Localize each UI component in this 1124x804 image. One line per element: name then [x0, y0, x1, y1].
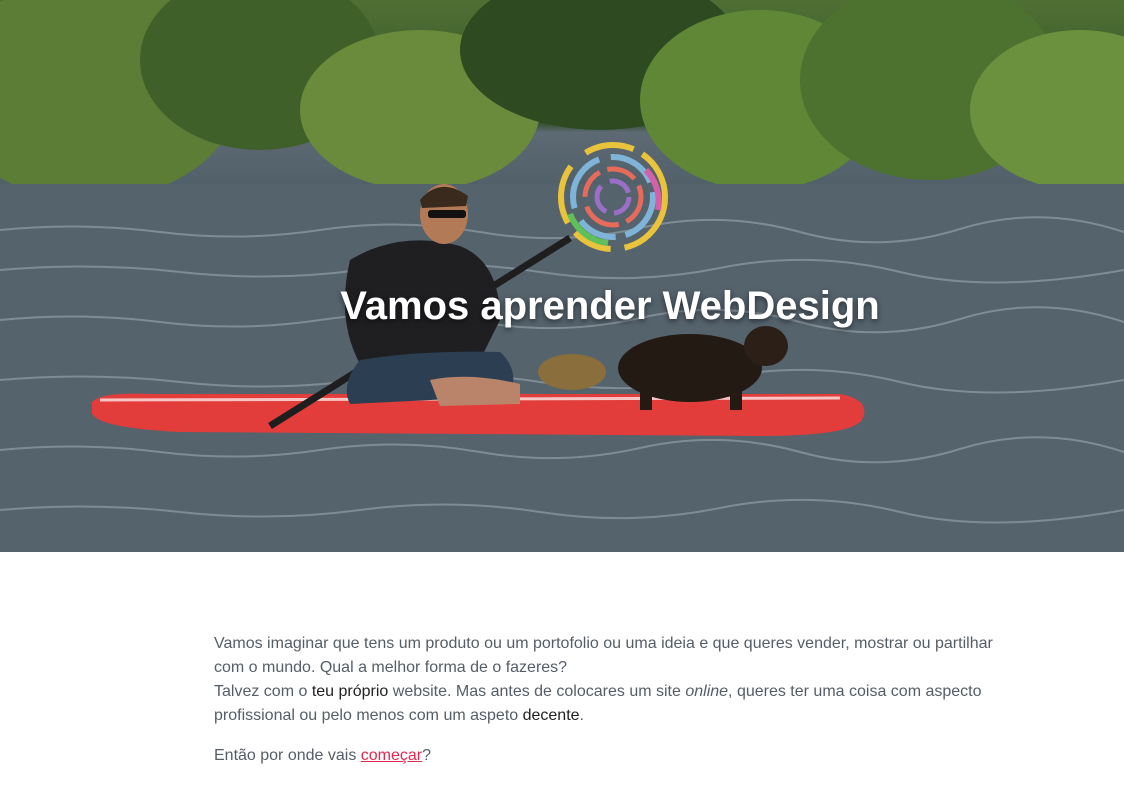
cta-text-after: ?	[422, 747, 432, 764]
intro-text-5: .	[579, 707, 584, 724]
emphasis-online: online	[685, 683, 729, 700]
hero-title: Vamos aprender WebDesign	[340, 284, 880, 328]
highlight-teu-proprio: teu próprio	[311, 683, 389, 700]
intro-text-3: website. Mas antes de colocares um site	[388, 683, 686, 700]
circular-rainbow-logo-icon	[558, 142, 668, 252]
hero-photo	[0, 0, 1124, 552]
intro-text-1: Vamos imaginar que tens um produto ou um…	[214, 635, 993, 676]
intro-paragraph: Vamos imaginar que tens um produto ou um…	[214, 632, 1004, 728]
intro-text-2: Talvez com o	[214, 683, 312, 700]
intro-section: Vamos imaginar que tens um produto ou um…	[214, 632, 1004, 768]
comecar-link[interactable]: começar	[361, 747, 422, 764]
hero-banner: Vamos aprender WebDesign	[0, 0, 1124, 552]
highlight-decente: decente	[522, 707, 580, 724]
cta-text-before: Então por onde vais	[214, 747, 361, 764]
cta-paragraph: Então por onde vais começar?	[214, 744, 1004, 768]
straw-hat	[538, 354, 606, 390]
